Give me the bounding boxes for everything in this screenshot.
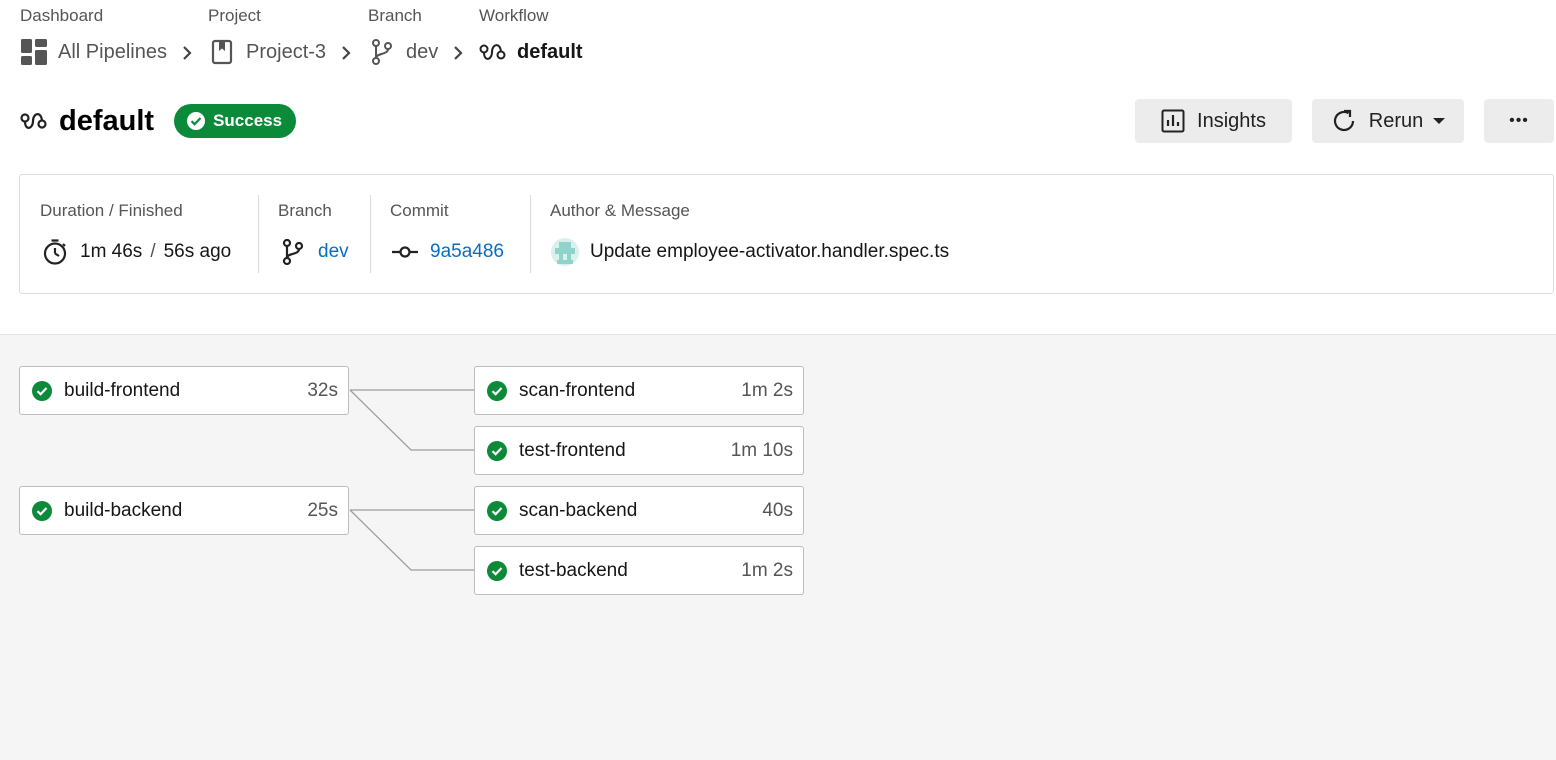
divider bbox=[370, 195, 371, 273]
rerun-button-label: Rerun bbox=[1368, 109, 1424, 132]
commit-message: Update employee-activator.handler.spec.t… bbox=[590, 241, 950, 262]
job-duration: 1m 2s bbox=[741, 379, 793, 401]
success-check-icon bbox=[487, 560, 507, 581]
breadcrumb-dashboard-label: Dashboard bbox=[20, 6, 104, 25]
more-dots-icon: ••• bbox=[1509, 112, 1529, 129]
job-duration: 25s bbox=[307, 499, 338, 521]
insights-chart-icon bbox=[1161, 109, 1185, 133]
commit-link[interactable]: 9a5a486 bbox=[430, 241, 504, 263]
divider bbox=[258, 195, 259, 273]
job-test-frontend[interactable]: test-frontend 1m 10s bbox=[474, 426, 804, 475]
caret-down-icon bbox=[1433, 118, 1446, 124]
page-header: default Success Insights Rerun ••• bbox=[20, 98, 1556, 144]
divider bbox=[530, 195, 531, 273]
duration-separator: / bbox=[150, 241, 156, 262]
workflow-summary-panel: Duration / Finished 1m 46s / 56s ago Bra… bbox=[19, 174, 1554, 294]
page-title: default bbox=[59, 104, 155, 137]
rerun-button[interactable]: Rerun bbox=[1312, 99, 1464, 143]
job-name: build-backend bbox=[64, 499, 183, 521]
avatar bbox=[550, 237, 580, 267]
more-actions-button[interactable]: ••• bbox=[1484, 99, 1554, 143]
branch-icon bbox=[368, 38, 396, 66]
status-badge: Success bbox=[174, 104, 297, 138]
breadcrumb-workflow-label: Workflow bbox=[479, 6, 549, 25]
commit-label: Commit bbox=[390, 201, 449, 220]
breadcrumb: Dashboard All Pipelines Project Project-… bbox=[20, 0, 720, 80]
finished-value: 56s ago bbox=[163, 241, 232, 262]
dashboard-grid-icon bbox=[20, 38, 48, 66]
chevron-right-icon bbox=[338, 42, 354, 64]
status-badge-label: Success bbox=[213, 111, 283, 130]
chevron-right-icon bbox=[450, 42, 466, 64]
job-test-backend[interactable]: test-backend 1m 2s bbox=[474, 546, 804, 595]
chevron-right-icon bbox=[179, 42, 195, 64]
job-name: build-frontend bbox=[64, 379, 181, 401]
success-check-icon bbox=[32, 500, 52, 521]
success-check-icon bbox=[32, 380, 52, 401]
branch-link[interactable]: dev bbox=[318, 241, 349, 263]
success-check-icon bbox=[487, 440, 507, 461]
refresh-icon bbox=[1331, 108, 1357, 134]
insights-button-label: Insights bbox=[1197, 109, 1266, 132]
stopwatch-icon bbox=[40, 237, 70, 267]
branch-icon bbox=[278, 237, 308, 267]
job-name: scan-frontend bbox=[519, 379, 636, 401]
workflow-icon bbox=[20, 107, 48, 135]
insights-button[interactable]: Insights bbox=[1135, 99, 1292, 143]
workflow-graph: build-frontend 32s scan-frontend 1m 2s t… bbox=[0, 334, 1556, 760]
job-duration: 40s bbox=[762, 499, 793, 521]
job-build-frontend[interactable]: build-frontend 32s bbox=[19, 366, 349, 415]
breadcrumb-branch-value[interactable]: dev bbox=[406, 41, 438, 64]
breadcrumb-dashboard-value[interactable]: All Pipelines bbox=[58, 41, 167, 64]
commit-icon bbox=[390, 237, 420, 267]
job-name: scan-backend bbox=[519, 499, 638, 521]
workflow-icon bbox=[479, 38, 507, 66]
breadcrumb-project-value[interactable]: Project-3 bbox=[246, 41, 326, 64]
job-scan-frontend[interactable]: scan-frontend 1m 2s bbox=[474, 366, 804, 415]
branch-label: Branch bbox=[278, 201, 332, 220]
job-duration: 32s bbox=[307, 379, 338, 401]
job-scan-backend[interactable]: scan-backend 40s bbox=[474, 486, 804, 535]
duration-label: Duration / Finished bbox=[40, 201, 183, 220]
breadcrumb-project-label: Project bbox=[208, 6, 261, 25]
author-message-label: Author & Message bbox=[550, 201, 690, 220]
job-duration: 1m 10s bbox=[730, 439, 793, 461]
job-duration: 1m 2s bbox=[741, 559, 793, 581]
duration-value: 1m 46s bbox=[80, 241, 143, 262]
job-build-backend[interactable]: build-backend 25s bbox=[19, 486, 349, 535]
breadcrumb-branch-label: Branch bbox=[368, 6, 422, 25]
project-bookmark-icon bbox=[208, 38, 236, 66]
job-name: test-backend bbox=[519, 559, 628, 581]
breadcrumb-workflow-value: default bbox=[517, 40, 583, 63]
success-check-icon bbox=[487, 500, 507, 521]
success-check-icon bbox=[487, 380, 507, 401]
check-circle-icon bbox=[187, 112, 206, 130]
job-name: test-frontend bbox=[519, 439, 626, 461]
